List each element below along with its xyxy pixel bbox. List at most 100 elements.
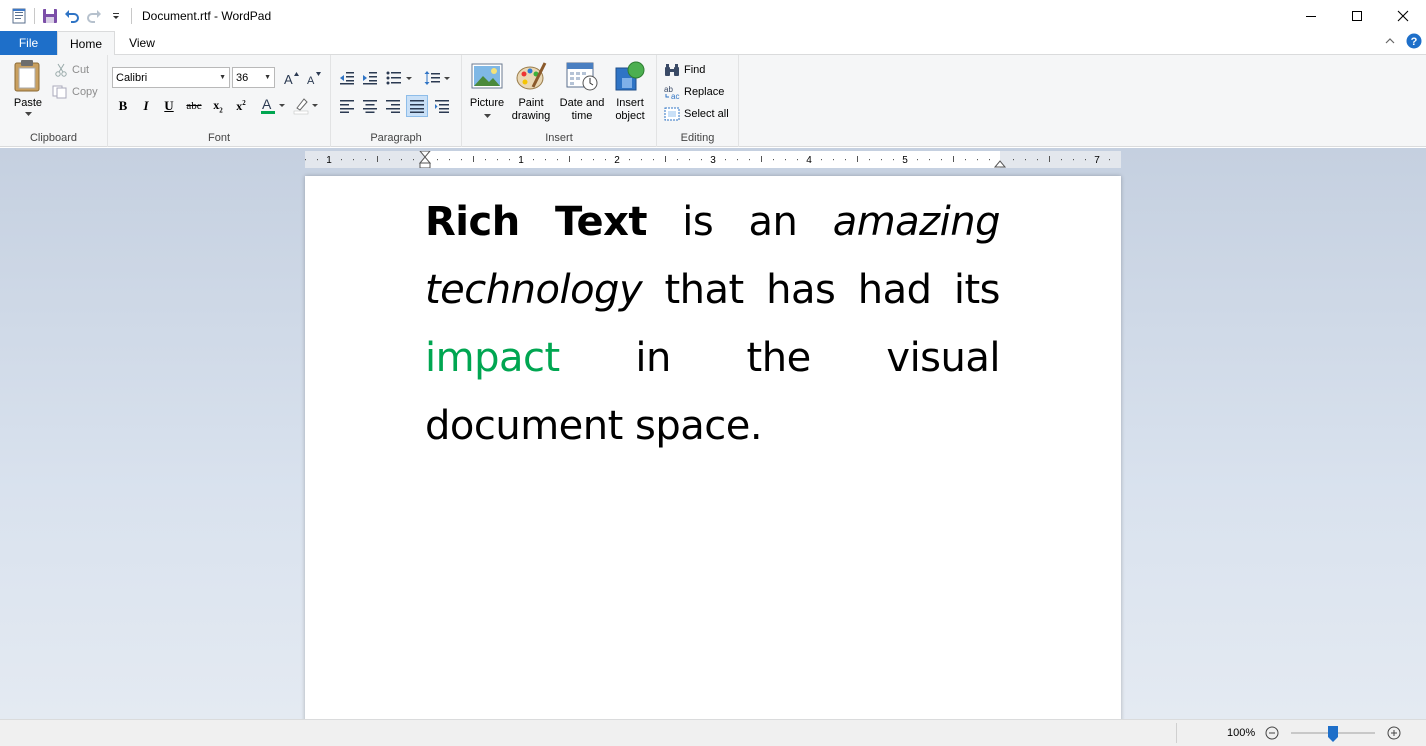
italic-button[interactable]: I — [135, 95, 157, 117]
svg-text:A: A — [307, 75, 315, 85]
ruler-right-indent-marker[interactable] — [993, 160, 1007, 168]
ruler-indent-marker[interactable] — [418, 151, 432, 168]
replace-button[interactable]: ab ac Replace — [664, 82, 724, 102]
font-color-button[interactable]: A — [258, 95, 288, 117]
ruler-tick — [1061, 159, 1062, 161]
paint-palette-icon — [514, 59, 548, 93]
copy-label: Copy — [72, 86, 98, 98]
select-all-button[interactable]: Select all — [664, 104, 729, 124]
ruler-tick — [473, 156, 474, 162]
ruler-tick — [881, 159, 882, 161]
ruler-tick — [569, 156, 570, 162]
svg-text:ac: ac — [671, 92, 679, 100]
ruler-tick — [821, 159, 822, 161]
bullets-button[interactable] — [384, 67, 416, 89]
ruler-tick — [389, 159, 390, 161]
window-title: Document.rtf - WordPad — [142, 8, 272, 23]
picture-button[interactable]: Picture — [467, 59, 507, 118]
paragraph-dialog-button[interactable] — [431, 95, 453, 117]
align-left-button[interactable] — [336, 95, 358, 117]
ruler-tick — [497, 159, 498, 161]
title-bar: Document.rtf - WordPad — [0, 0, 1426, 31]
save-icon[interactable] — [39, 5, 61, 27]
align-center-icon — [363, 100, 377, 113]
font-group: Calibri ▼ 36 ▼ A A B I U abc x2 x2 A Fon… — [108, 55, 331, 147]
zoom-slider-thumb[interactable] — [1328, 726, 1338, 742]
app-icon[interactable] — [8, 5, 30, 27]
strikethrough-button[interactable]: abc — [183, 95, 205, 117]
tab-view[interactable]: View — [115, 31, 169, 55]
superscript-button[interactable]: x2 — [230, 95, 252, 117]
align-right-button[interactable] — [382, 95, 404, 117]
shrink-font-button[interactable]: A — [302, 67, 324, 89]
picture-icon — [470, 59, 504, 93]
date-time-button[interactable]: Date and time — [557, 59, 607, 123]
zoom-level[interactable]: 100% — [1227, 727, 1255, 739]
font-size-select[interactable]: 36 ▼ — [232, 67, 275, 88]
ruler-tick — [965, 159, 966, 161]
paragraph-group-label: Paragraph — [370, 132, 422, 144]
underline-button[interactable]: U — [158, 95, 180, 117]
svg-text:?: ? — [1411, 36, 1418, 48]
tab-home[interactable]: Home — [57, 31, 115, 56]
zoom-in-button[interactable] — [1386, 725, 1402, 741]
paragraph-group: Paragraph — [331, 55, 462, 147]
copy-button[interactable]: Copy — [52, 82, 98, 102]
document-text[interactable]: Rich Text is an amazing technology that … — [425, 188, 1001, 460]
redo-icon[interactable] — [83, 5, 105, 27]
align-left-icon — [340, 100, 354, 113]
document-line: technology that has had its — [425, 256, 1001, 324]
ruler-tick — [845, 159, 846, 161]
tab-file[interactable]: File — [0, 31, 57, 55]
maximize-button[interactable] — [1334, 0, 1380, 31]
paragraph-icon — [435, 100, 449, 113]
editing-group-label: Editing — [680, 132, 715, 144]
font-size-value: 36 — [236, 71, 249, 84]
zoom-out-button[interactable] — [1264, 725, 1280, 741]
cut-button[interactable]: Cut — [54, 60, 89, 80]
font-family-select[interactable]: Calibri ▼ — [112, 67, 230, 88]
insert-object-button[interactable]: Insert object — [610, 59, 650, 123]
window-controls — [1288, 0, 1426, 31]
ruler-mark: 2 — [614, 155, 620, 166]
qat-separator — [131, 7, 132, 24]
ribbon-tabs: File Home View ? — [0, 31, 1426, 56]
document-word: the — [746, 335, 812, 381]
date-time-label-1: Date and — [559, 97, 605, 109]
find-button[interactable]: Find — [664, 60, 705, 80]
bold-button[interactable]: B — [112, 95, 134, 117]
justify-button[interactable] — [406, 95, 428, 117]
minimize-button[interactable] — [1288, 0, 1334, 31]
italic-text: technology — [425, 267, 643, 313]
grow-font-button[interactable]: A — [280, 67, 302, 89]
paint-drawing-button[interactable]: Paint drawing — [509, 59, 553, 123]
ruler[interactable]: 1 1 2 3 4 5 7 — [305, 151, 1121, 168]
decrease-indent-button[interactable] — [336, 67, 358, 89]
customize-qat-icon[interactable] — [105, 5, 127, 27]
ruler-tick — [677, 159, 678, 161]
ruler-tick — [1085, 159, 1086, 161]
line-spacing-button[interactable] — [422, 67, 454, 89]
copy-icon — [52, 85, 68, 99]
ruler-tick — [749, 159, 750, 161]
increase-indent-icon — [363, 72, 377, 85]
document-area[interactable]: 1 1 2 3 4 5 7 Rich Text is an amazing te… — [0, 148, 1426, 719]
bold-icon: B — [118, 98, 128, 113]
chevron-down-icon — [483, 114, 491, 118]
ruler-tick — [1109, 159, 1110, 161]
shrink-font-icon: A — [307, 72, 321, 85]
underline-icon: U — [164, 98, 174, 113]
document-page[interactable]: Rich Text is an amazing technology that … — [305, 176, 1121, 719]
help-icon[interactable]: ? — [1406, 33, 1422, 52]
paste-button[interactable]: Paste — [8, 59, 48, 116]
align-center-button[interactable] — [359, 95, 381, 117]
subscript-button[interactable]: x2 — [207, 95, 229, 117]
ruler-tick — [353, 159, 354, 161]
highlight-color-button[interactable] — [291, 95, 321, 117]
increase-indent-button[interactable] — [359, 67, 381, 89]
collapse-ribbon-icon[interactable] — [1384, 35, 1396, 50]
replace-label: Replace — [684, 86, 725, 98]
undo-icon[interactable] — [61, 5, 83, 27]
close-button[interactable] — [1380, 0, 1426, 31]
highlighter-icon — [293, 98, 318, 115]
